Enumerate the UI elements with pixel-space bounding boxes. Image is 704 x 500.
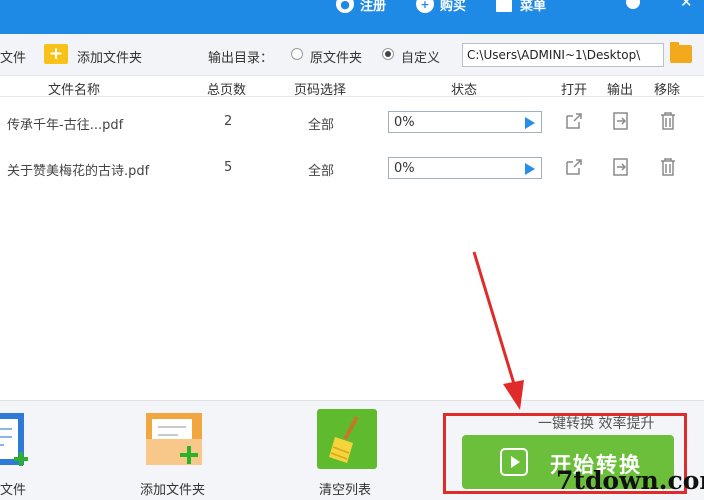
app-window: ● 注册 + 购买 菜单 ✕ 文件 + 添加文件夹 输出目录： 原文件夹 自定义…	[0, 0, 704, 500]
watermark-text: 7tdown.com	[556, 466, 704, 495]
